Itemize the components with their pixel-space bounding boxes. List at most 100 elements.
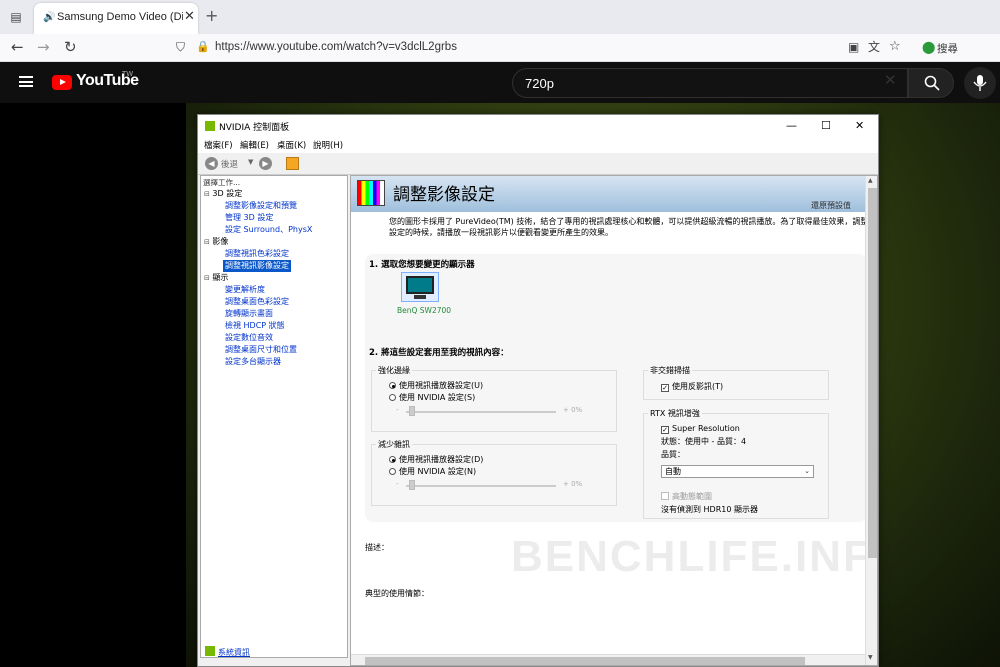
history-dropdown-icon[interactable]: ▼ bbox=[248, 158, 253, 166]
browser-nav-bar: ← → ↻ ⛉ 🔒 https://www.youtube.com/watch?… bbox=[0, 34, 1000, 62]
vertical-scroll-thumb[interactable] bbox=[868, 188, 877, 558]
tree-item-desktop-color[interactable]: 調整桌面色彩設定 bbox=[225, 296, 289, 308]
horizontal-scrollbar[interactable] bbox=[351, 654, 865, 665]
tree-item-hdcp-status[interactable]: 檢視 HDCP 狀態 bbox=[225, 320, 285, 332]
minimize-icon[interactable]: — bbox=[786, 119, 797, 132]
noise-use-player-radio[interactable]: 使用視訊播放器設定(D) bbox=[389, 454, 483, 465]
edge-slider-value: + 0% bbox=[563, 406, 583, 414]
system-info-icon bbox=[205, 646, 215, 656]
close-window-icon[interactable]: ✕ bbox=[855, 119, 864, 132]
restore-defaults-link[interactable]: 還原預設值 bbox=[811, 200, 851, 211]
noise-slider[interactable] bbox=[406, 485, 556, 487]
noise-use-nvidia-radio[interactable]: 使用 NVIDIA 設定(N) bbox=[389, 466, 476, 477]
horizontal-scroll-thumb[interactable] bbox=[365, 657, 805, 665]
tree-item-change-resolution[interactable]: 變更解析度 bbox=[225, 284, 265, 296]
extension-icon[interactable]: ⬤ bbox=[922, 39, 935, 55]
youtube-search-input[interactable]: 720p bbox=[512, 68, 908, 98]
region-code: TW bbox=[122, 70, 134, 78]
browser-tab-bar: ▤ 🔊 Samsung Demo Video (Display ✕ + bbox=[0, 0, 1000, 34]
search-icon bbox=[924, 75, 940, 91]
window-titlebar[interactable]: NVIDIA 控制面板 — ☐ ✕ bbox=[198, 115, 878, 137]
new-tab-icon[interactable]: + bbox=[205, 6, 218, 25]
translate-icon[interactable]: 文 bbox=[868, 39, 880, 55]
scroll-down-icon[interactable]: ▼ bbox=[868, 654, 873, 661]
edge-slider-thumb[interactable] bbox=[409, 406, 415, 416]
inverse-telecine-checkbox[interactable]: ✓ 使用反影訊(T) bbox=[661, 381, 723, 392]
youtube-logo-icon[interactable] bbox=[52, 75, 72, 90]
menu-edit[interactable]: 編輯(E) bbox=[240, 139, 269, 151]
hamburger-menu-icon[interactable] bbox=[19, 76, 33, 87]
close-tab-icon[interactable]: ✕ bbox=[184, 9, 195, 24]
menu-file[interactable]: 檔案(F) bbox=[204, 139, 233, 151]
usage-scenario-label: 典型的使用情節： bbox=[365, 589, 429, 598]
color-bars-icon bbox=[357, 180, 385, 206]
edge-group-title: 強化邊緣 bbox=[376, 365, 412, 376]
noise-slider-thumb[interactable] bbox=[409, 480, 415, 490]
tree-item-adjust-image-preview[interactable]: 調整影像設定和預覽 bbox=[225, 200, 297, 212]
tab-list-icon[interactable]: ▤ bbox=[8, 9, 24, 25]
tree-item-rotate-display[interactable]: 旋轉顯示畫面 bbox=[225, 308, 273, 320]
hdr-checkbox[interactable]: 高動態範圍 bbox=[661, 491, 712, 502]
description-label: 描述： bbox=[365, 543, 389, 552]
voice-search-button[interactable] bbox=[964, 67, 996, 99]
collapse-icon[interactable]: ⊟ bbox=[204, 238, 210, 246]
reload-icon[interactable]: ↻ bbox=[64, 39, 77, 55]
watermark-text: BENCHLIFE.INFO bbox=[511, 532, 878, 581]
tree-item-surround-physx[interactable]: 設定 Surround、PhysX bbox=[225, 224, 312, 236]
speaker-icon[interactable]: 🔊 bbox=[43, 12, 55, 23]
tree-item-desktop-size[interactable]: 調整桌面尺寸和位置 bbox=[225, 344, 297, 356]
scroll-up-icon[interactable]: ▲ bbox=[868, 177, 873, 184]
noise-group-title: 減少雜訊 bbox=[376, 439, 412, 450]
monitor-select-item[interactable] bbox=[401, 272, 439, 302]
page-title: 調整影像設定 bbox=[393, 185, 495, 205]
back-button-icon[interactable]: ◀ bbox=[205, 157, 218, 170]
tree-item-manage-3d[interactable]: 管理 3D 設定 bbox=[225, 212, 273, 224]
quality-dropdown[interactable]: 自動 ⌄ bbox=[661, 465, 814, 478]
nvidia-logo-icon bbox=[205, 121, 215, 131]
tree-category-video[interactable]: ⊟ 影像 bbox=[204, 236, 228, 249]
edge-use-player-radio[interactable]: 使用視訊播放器設定(U) bbox=[389, 380, 483, 391]
clear-search-icon[interactable]: ✕ bbox=[884, 71, 897, 89]
collapse-icon[interactable]: ⊟ bbox=[204, 190, 210, 198]
edge-use-nvidia-radio[interactable]: 使用 NVIDIA 設定(S) bbox=[389, 392, 475, 403]
home-icon[interactable] bbox=[286, 157, 299, 170]
shield-icon[interactable]: ⛉ bbox=[176, 39, 185, 55]
youtube-header: YouTube TW 720p ✕ bbox=[0, 62, 1000, 103]
url-bar[interactable]: ⛉ 🔒 https://www.youtube.com/watch?v=v3dc… bbox=[170, 36, 910, 60]
maximize-icon[interactable]: ☐ bbox=[821, 119, 831, 132]
url-text[interactable]: https://www.youtube.com/watch?v=v3dclL2g… bbox=[215, 41, 457, 53]
bookmark-star-icon[interactable]: ☆ bbox=[889, 39, 901, 55]
back-button-label[interactable]: 後退 bbox=[221, 158, 238, 170]
tree-category-3d[interactable]: ⊟ 3D 設定 bbox=[204, 188, 242, 201]
task-tree-header: 選擇工作... bbox=[203, 178, 241, 187]
tree-category-display[interactable]: ⊟ 顯示 bbox=[204, 272, 228, 285]
tree-item-digital-audio[interactable]: 設定數位音效 bbox=[225, 332, 273, 344]
youtube-search-button[interactable] bbox=[908, 68, 954, 98]
browser-tab[interactable]: 🔊 Samsung Demo Video (Display ✕ bbox=[34, 3, 198, 34]
search-engine-label[interactable]: 搜尋 bbox=[937, 41, 958, 56]
system-info-link[interactable]: 系統資訊 bbox=[218, 647, 250, 658]
noise-slider-min-label: - bbox=[396, 480, 399, 488]
collapse-icon[interactable]: ⊟ bbox=[204, 274, 210, 282]
forward-icon[interactable]: → bbox=[37, 39, 50, 55]
rtx-status-text: 狀態：使用中 - 品質：4 bbox=[661, 437, 747, 446]
menu-desktop[interactable]: 桌面(K) bbox=[277, 139, 306, 151]
edge-slider-min-label: - bbox=[396, 406, 399, 414]
tab-title: Samsung Demo Video (Display bbox=[57, 11, 183, 23]
hdr-note: 沒有偵測到 HDR10 顯示器 bbox=[661, 505, 758, 514]
vertical-scrollbar[interactable]: ▲ ▼ bbox=[865, 176, 877, 665]
edge-slider[interactable] bbox=[406, 411, 556, 413]
menu-help[interactable]: 說明(H) bbox=[313, 139, 343, 151]
tree-item-video-image-selected[interactable]: 調整視訊影像設定 bbox=[223, 260, 291, 272]
tree-item-video-color[interactable]: 調整視訊色彩設定 bbox=[225, 248, 289, 260]
monitor-label[interactable]: BenQ SW2700 bbox=[397, 306, 451, 315]
intro-text: 您的圖形卡採用了 PureVideo(TM) 技術，結合了專用的視訊處理核心和軟… bbox=[389, 217, 869, 237]
back-icon[interactable]: ← bbox=[11, 39, 24, 55]
lock-icon[interactable]: 🔒 bbox=[196, 39, 210, 55]
tree-item-multiple-displays[interactable]: 設定多台顯示器 bbox=[225, 356, 281, 368]
noise-slider-value: + 0% bbox=[563, 480, 583, 488]
super-resolution-checkbox[interactable]: ✓ Super Resolution bbox=[661, 424, 740, 434]
forward-button-icon[interactable]: ▶ bbox=[259, 157, 272, 170]
picture-in-picture-icon[interactable]: ▣ bbox=[848, 39, 859, 55]
microphone-icon bbox=[973, 75, 987, 91]
